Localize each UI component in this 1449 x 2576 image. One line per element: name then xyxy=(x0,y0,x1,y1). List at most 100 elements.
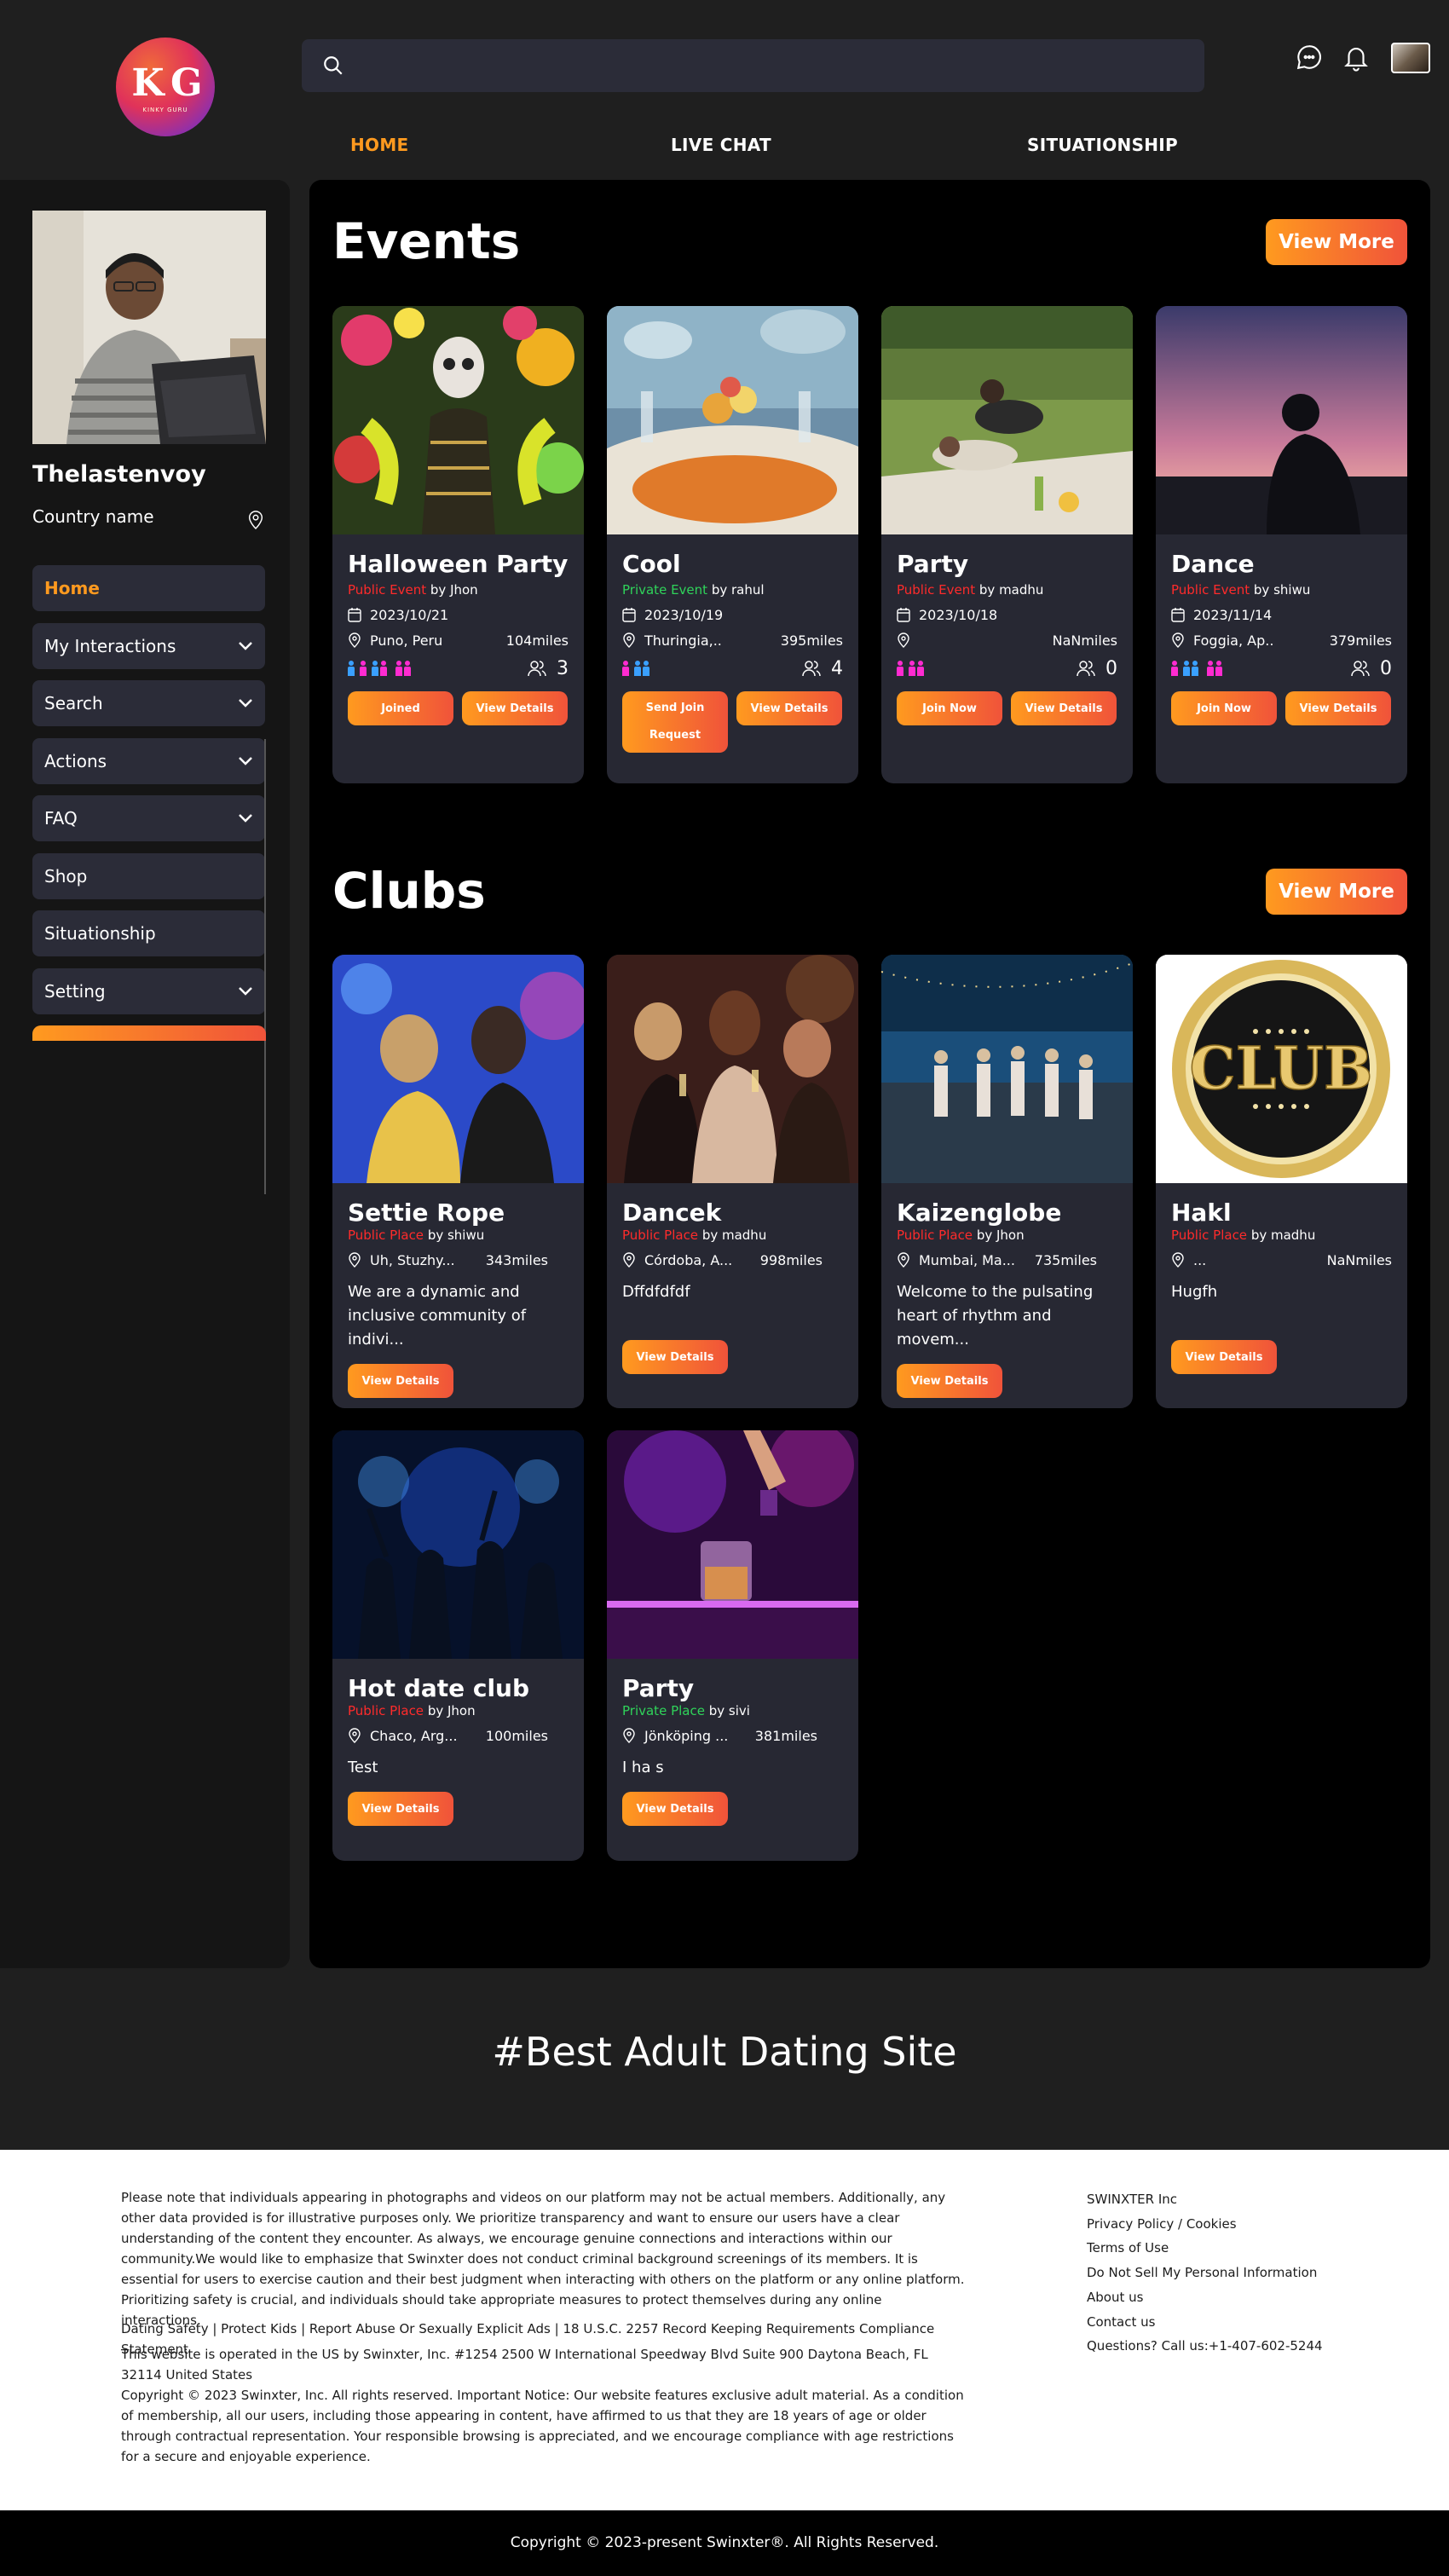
club-location: Mumbai, Ma... xyxy=(919,1251,1015,1268)
footer-phone[interactable]: Questions? Call us:+1-407-602-5244 xyxy=(1087,2334,1323,2359)
sidebar-scrollbar[interactable] xyxy=(264,739,266,1194)
event-attendees-row: 3 xyxy=(348,657,569,679)
joined-button[interactable]: Joined xyxy=(348,691,453,725)
event-date-row: 2023/10/19 xyxy=(622,606,843,623)
sidebar-item-my-interactions[interactable]: My Interactions xyxy=(32,623,265,669)
club-location: Chaco, Arg... xyxy=(370,1727,458,1744)
event-distance: 379miles xyxy=(1329,632,1392,649)
sidebar-item-label: Home xyxy=(44,578,100,598)
club-title: Kaizenglobe xyxy=(897,1198,1062,1227)
event-title: Dance xyxy=(1171,550,1255,578)
view-details-button[interactable]: View Details xyxy=(736,691,842,725)
user-avatar[interactable] xyxy=(1391,43,1430,73)
club-card[interactable]: Party Private Place by sivi Jönköping ..… xyxy=(607,1430,858,1861)
club-card[interactable]: Hot date club Public Place by Jhon Chaco… xyxy=(332,1430,584,1861)
footer-link-privacy[interactable]: Privacy Policy / Cookies xyxy=(1087,2212,1323,2237)
event-card[interactable]: Cool Private Event by rahul 2023/10/19 T… xyxy=(607,306,858,783)
sidebar-item-actions[interactable]: Actions xyxy=(32,738,265,784)
location-pin-icon xyxy=(349,632,361,648)
event-image xyxy=(607,306,858,534)
view-details-button[interactable]: View Details xyxy=(1285,691,1391,725)
club-distance: 381miles xyxy=(754,1727,817,1744)
female-icon xyxy=(622,661,629,676)
bell-icon[interactable] xyxy=(1342,43,1371,72)
event-host: by shiwu xyxy=(1250,582,1311,598)
view-details-button[interactable]: View Details xyxy=(622,1340,728,1374)
event-attendees-row: 0 xyxy=(1171,657,1392,679)
club-description: Test xyxy=(348,1759,378,1776)
view-details-button[interactable]: View Details xyxy=(897,1364,1002,1398)
club-title: Settie Rope xyxy=(348,1198,505,1227)
female-couple-icon xyxy=(395,661,413,676)
sidebar-item-shop[interactable]: Shop xyxy=(32,853,265,899)
view-details-button[interactable]: View Details xyxy=(348,1364,453,1398)
club-card[interactable]: CLUB Hakl Public Place by madhu ... NaNmi… xyxy=(1156,955,1407,1408)
event-card[interactable]: Dance Public Event by shiwu 2023/11/14 F… xyxy=(1156,306,1407,783)
location-pin-icon xyxy=(898,1252,909,1268)
female-couple-icon xyxy=(909,661,926,676)
sidebar-item-faq[interactable]: FAQ xyxy=(32,795,265,841)
event-type: Private Event xyxy=(622,582,708,598)
club-card[interactable]: Dancek Public Place by madhu Córdoba, A.… xyxy=(607,955,858,1408)
chat-icon[interactable] xyxy=(1295,43,1324,72)
nav-situationship[interactable]: SITUATIONSHIP xyxy=(1027,135,1178,155)
view-details-button[interactable]: View Details xyxy=(1171,1340,1277,1374)
footer-link-company[interactable]: SWINXTER Inc xyxy=(1087,2187,1323,2212)
club-image xyxy=(881,955,1133,1183)
sidebar-item-setting[interactable]: Setting xyxy=(32,968,265,1014)
club-host: by Jhon xyxy=(973,1227,1025,1243)
view-details-button[interactable]: View Details xyxy=(622,1792,728,1826)
club-card[interactable]: Settie Rope Public Place by shiwu Uh, St… xyxy=(332,955,584,1408)
event-meta: Public Event by madhu xyxy=(897,582,1117,598)
search-input[interactable] xyxy=(361,39,1180,92)
view-details-button[interactable]: View Details xyxy=(462,691,568,725)
club-location: Uh, Stuzhy... xyxy=(370,1251,455,1268)
club-image xyxy=(607,955,858,1183)
club-description: I ha s xyxy=(622,1759,664,1776)
event-card[interactable]: Halloween Party Public Event by Jhon 202… xyxy=(332,306,584,783)
nav-home[interactable]: HOME xyxy=(350,135,409,155)
sidebar: Thelastenvoy Country name Home My Intera… xyxy=(0,180,290,1968)
event-location-row: Foggia, Ap.. 379miles xyxy=(1171,632,1392,649)
sidebar-item-home[interactable]: Home xyxy=(32,565,265,611)
view-details-button[interactable]: View Details xyxy=(348,1792,453,1826)
calendar-icon xyxy=(897,608,910,622)
footer-copyright-notice: Copyright © 2023 Swinxter, Inc. All righ… xyxy=(121,2388,964,2464)
footer-link-contact[interactable]: Contact us xyxy=(1087,2310,1323,2335)
events-view-more-button[interactable]: View More xyxy=(1266,219,1407,265)
nav-live-chat[interactable]: LIVE CHAT xyxy=(671,135,771,155)
calendar-icon xyxy=(622,608,636,622)
club-card[interactable]: Kaizenglobe Public Place by Jhon Mumbai,… xyxy=(881,955,1133,1408)
site-logo[interactable]: K G KINKY GURU xyxy=(116,38,215,136)
sidebar-item-situationship[interactable]: Situationship xyxy=(32,910,265,956)
send-join-request-button[interactable]: Send Join Request xyxy=(622,691,728,753)
event-attendees-row: 0 xyxy=(897,657,1117,679)
club-image xyxy=(607,1430,858,1659)
join-now-button[interactable]: Join Now xyxy=(1171,691,1277,725)
footer-link-about[interactable]: About us xyxy=(1087,2285,1323,2310)
sidebar-item-search[interactable]: Search xyxy=(32,680,265,726)
club-location-row: Mumbai, Ma... 735miles xyxy=(897,1251,1117,1268)
footer-link-do-not-sell[interactable]: Do Not Sell My Personal Information xyxy=(1087,2261,1323,2285)
footer-link-terms[interactable]: Terms of Use xyxy=(1087,2236,1323,2261)
event-card[interactable]: Party Public Event by madhu 2023/10/18 N… xyxy=(881,306,1133,783)
event-date: 2023/10/21 xyxy=(370,606,449,623)
location-pin-icon xyxy=(349,1252,361,1268)
search-bar[interactable] xyxy=(302,39,1204,92)
join-now-button[interactable]: Join Now xyxy=(897,691,1002,725)
profile-username: Thelastenvoy xyxy=(32,461,206,488)
event-title: Party xyxy=(897,550,969,578)
clubs-view-more-button[interactable]: View More xyxy=(1266,869,1407,915)
location-pin-icon xyxy=(248,511,263,530)
sidebar-logout-button[interactable] xyxy=(32,1025,266,1041)
view-details-button[interactable]: View Details xyxy=(1011,691,1117,725)
club-logo-text: CLUB xyxy=(1190,1035,1373,1103)
footer: Please note that individuals appearing i… xyxy=(0,2150,1449,2510)
event-date-row: 2023/10/18 xyxy=(897,606,1117,623)
club-meta: Public Place by Jhon xyxy=(897,1227,1117,1243)
profile-photo[interactable] xyxy=(32,211,266,444)
chevron-down-icon xyxy=(239,757,252,765)
club-host: by madhu xyxy=(1247,1227,1316,1243)
club-distance: 998miles xyxy=(759,1251,823,1268)
club-distance: 100miles xyxy=(485,1727,548,1744)
